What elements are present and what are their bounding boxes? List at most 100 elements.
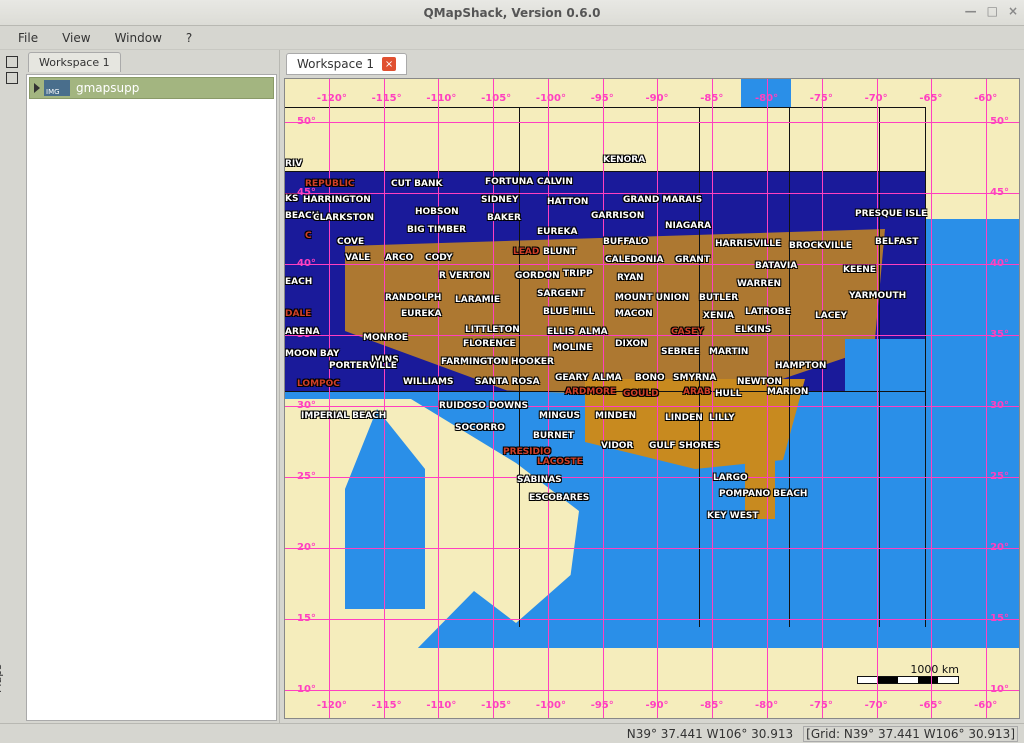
city-label: MOLINE bbox=[553, 343, 592, 353]
grid-line-lon bbox=[767, 79, 768, 718]
city-label: ELKINS bbox=[735, 325, 771, 335]
city-label: GORDON bbox=[515, 271, 560, 281]
city-label: WILLIAMS bbox=[403, 377, 454, 387]
city-label: COVE bbox=[337, 237, 364, 247]
city-label: HARRINGTON bbox=[303, 195, 371, 205]
menu-file[interactable]: File bbox=[8, 29, 48, 47]
grid-line-lat bbox=[285, 690, 1019, 691]
menu-window[interactable]: Window bbox=[105, 29, 172, 47]
tab-close-icon[interactable]: × bbox=[382, 57, 396, 71]
lon-label: -80° bbox=[755, 700, 778, 711]
city-label: VALE bbox=[345, 253, 370, 263]
city-label: GRANT bbox=[675, 255, 710, 265]
city-label: CLARKSTON bbox=[313, 213, 374, 223]
city-label: ALMA bbox=[579, 327, 608, 337]
lon-label: -100° bbox=[536, 700, 566, 711]
lat-label-right: 25° bbox=[990, 471, 1009, 482]
city-label: ARENA bbox=[285, 327, 320, 337]
city-label: ESCOBARES bbox=[529, 493, 589, 503]
city-label: YARMOUTH bbox=[849, 291, 906, 301]
city-label: LACEY bbox=[815, 311, 847, 321]
city-label: SEBREE bbox=[661, 347, 700, 357]
city-label: RYAN bbox=[617, 273, 644, 283]
city-label: BROCKVILLE bbox=[789, 241, 852, 251]
lon-label: -75° bbox=[810, 93, 833, 104]
city-label: BONO bbox=[635, 373, 665, 383]
city-label: SABINAS bbox=[517, 475, 562, 485]
lon-label: -65° bbox=[919, 93, 942, 104]
sidepanel-tab[interactable]: Workspace 1 bbox=[28, 52, 121, 72]
maps-dock-label[interactable]: Maps bbox=[0, 664, 4, 693]
lat-label-right: 45° bbox=[990, 187, 1009, 198]
city-label: NEWTON bbox=[737, 377, 782, 387]
lon-label: -75° bbox=[810, 700, 833, 711]
city-label: MONROE bbox=[363, 333, 408, 343]
grid-line-lat bbox=[285, 619, 1019, 620]
lon-label: -60° bbox=[974, 700, 997, 711]
lat-label-right: 30° bbox=[990, 400, 1009, 411]
lon-label: -120° bbox=[317, 700, 347, 711]
city-label: RUIDOSO DOWNS bbox=[439, 401, 528, 411]
city-label: LARGO bbox=[713, 473, 748, 483]
city-label: LOMPOC bbox=[297, 379, 340, 389]
city-label: LINDEN bbox=[665, 413, 703, 423]
lon-label: -90° bbox=[645, 700, 668, 711]
menu-help[interactable]: ? bbox=[176, 29, 202, 47]
lon-label: -105° bbox=[481, 700, 511, 711]
status-bar: N39° 37.441 W106° 30.913 [Grid: N39° 37.… bbox=[0, 723, 1024, 743]
tree-item-label: gmapsupp bbox=[76, 81, 139, 95]
tree-item-gmapsupp[interactable]: IMG gmapsupp bbox=[29, 77, 274, 99]
city-label: IMPERIAL BEACH bbox=[301, 411, 386, 421]
city-label: FARMINGTON bbox=[441, 357, 508, 367]
main-area: Workspace 1 × bbox=[280, 50, 1024, 723]
lon-label: -60° bbox=[974, 93, 997, 104]
city-label: SIDNEY bbox=[481, 195, 519, 205]
city-label: BATAVIA bbox=[755, 261, 797, 271]
status-grid: [Grid: N39° 37.441 W106° 30.913] bbox=[803, 726, 1018, 742]
maximize-icon[interactable]: □ bbox=[987, 4, 998, 18]
city-label: PRESQUE ISLE bbox=[855, 209, 927, 219]
lon-label: -70° bbox=[865, 93, 888, 104]
city-label: BLUE HILL bbox=[543, 307, 594, 317]
city-label: BURNET bbox=[533, 431, 574, 441]
city-label: R VERTON bbox=[439, 271, 490, 281]
city-label: LATROBE bbox=[745, 307, 791, 317]
scale-bar: 1000 km bbox=[857, 663, 959, 684]
grid-line-lon bbox=[329, 79, 330, 718]
city-label: ELLIS bbox=[547, 327, 574, 337]
grid-line-lon bbox=[986, 79, 987, 718]
city-label: C bbox=[305, 231, 312, 241]
city-label: DALE bbox=[285, 309, 311, 319]
close-icon[interactable]: × bbox=[1008, 4, 1018, 18]
city-label: PORTERVILLE bbox=[329, 361, 397, 371]
map-view[interactable]: 1000 km -120°-120°-115°-115°-110°-110°-1… bbox=[284, 78, 1020, 719]
lon-label: -95° bbox=[591, 93, 614, 104]
lat-label-right: 20° bbox=[990, 542, 1009, 553]
city-label: MOON BAY bbox=[285, 349, 339, 359]
lat-label-left: 50° bbox=[297, 116, 316, 127]
img-icon: IMG bbox=[44, 80, 70, 96]
city-label: SOCORRO bbox=[455, 423, 505, 433]
lat-label-left: 15° bbox=[297, 613, 316, 624]
workspace-tab[interactable]: Workspace 1 × bbox=[286, 53, 407, 75]
map-tree[interactable]: IMG gmapsupp bbox=[26, 74, 277, 721]
dock-icon-2[interactable] bbox=[6, 72, 18, 84]
city-label: HOBSON bbox=[415, 207, 459, 217]
grid-line-lat bbox=[285, 477, 1019, 478]
city-label: BLUNT bbox=[543, 247, 576, 257]
window-title: QMapShack, Version 0.6.0 bbox=[423, 6, 600, 20]
city-label: ARAB bbox=[683, 387, 711, 397]
expand-icon[interactable] bbox=[34, 83, 40, 93]
menu-view[interactable]: View bbox=[52, 29, 100, 47]
dock-icon-1[interactable] bbox=[6, 56, 18, 68]
city-label: HAMPTON bbox=[775, 361, 826, 371]
city-label: NIAGARA bbox=[665, 221, 711, 231]
minimize-icon[interactable]: — bbox=[965, 4, 977, 18]
grid-line-lon bbox=[493, 79, 494, 718]
city-label: HARRISVILLE bbox=[715, 239, 781, 249]
grid-line-lat bbox=[285, 122, 1019, 123]
lon-label: -70° bbox=[865, 700, 888, 711]
city-label: POMPANO BEACH bbox=[719, 489, 807, 499]
city-label: CALEDONIA bbox=[605, 255, 663, 265]
city-label: CALVIN bbox=[537, 177, 573, 187]
